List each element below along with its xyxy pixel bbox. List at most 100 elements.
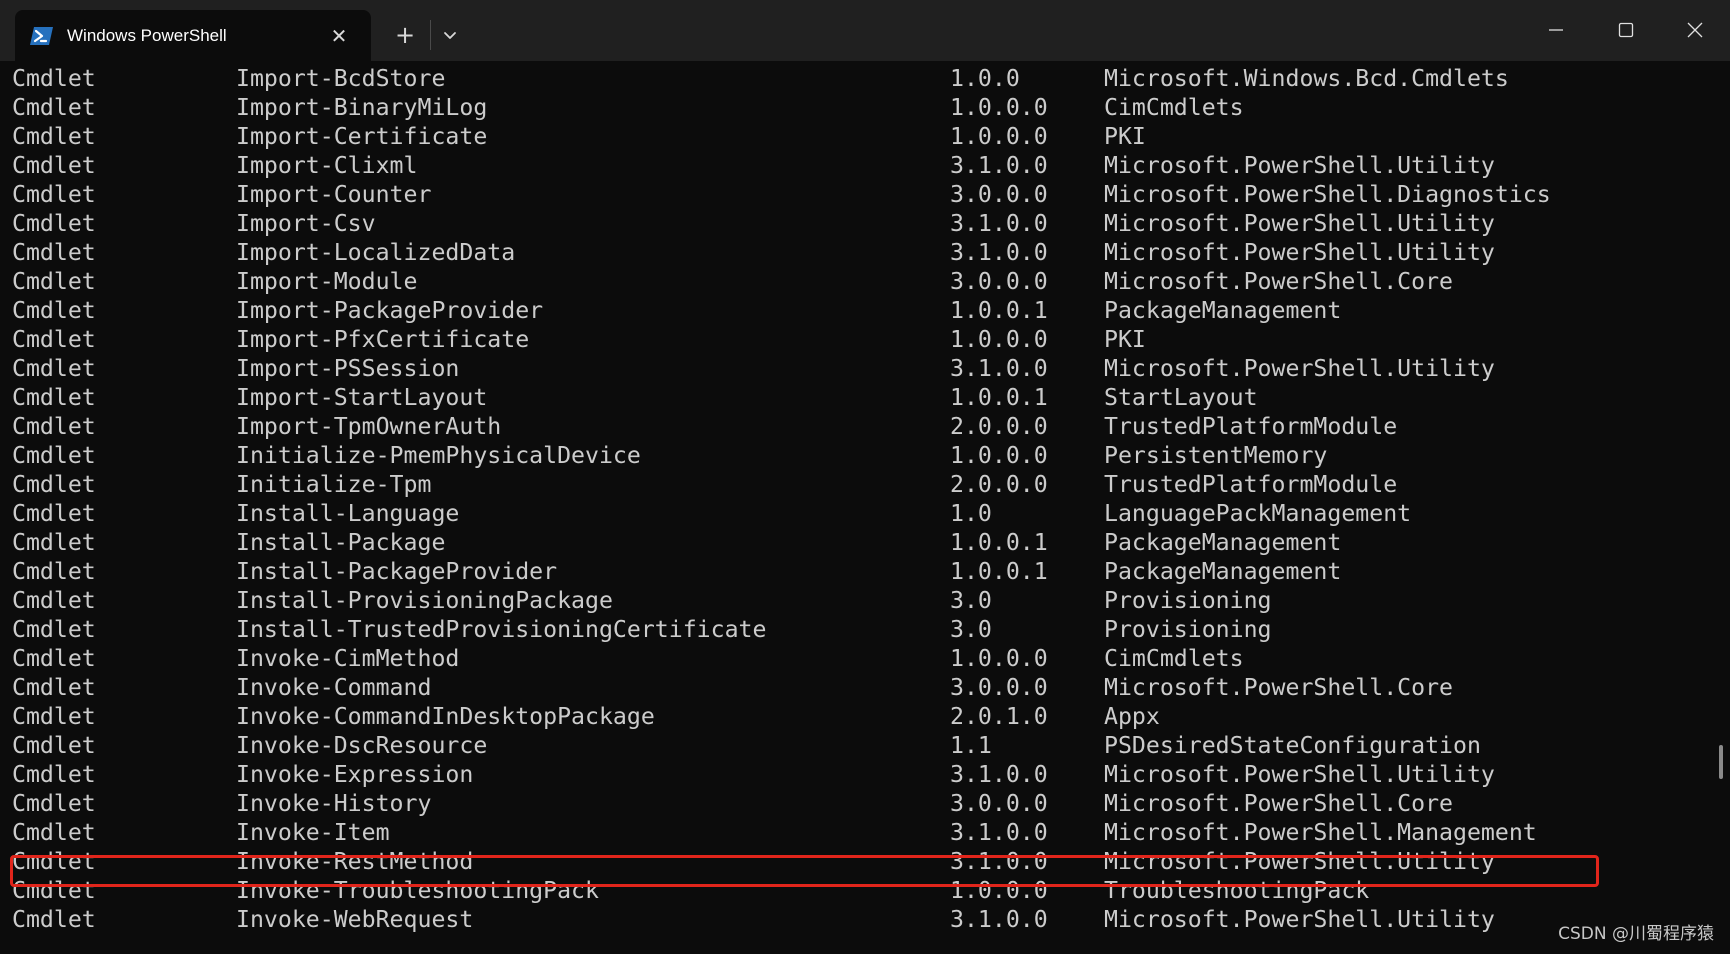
command-name: Import-PSSession <box>236 355 460 382</box>
maximize-icon <box>1618 22 1634 38</box>
command-name: Install-Package <box>236 529 446 556</box>
command-source: Microsoft.PowerShell.Diagnostics <box>1104 181 1551 208</box>
command-name: Import-LocalizedData <box>236 239 516 266</box>
command-name: Import-Certificate <box>236 123 488 150</box>
command-source: PKI <box>1104 123 1146 150</box>
command-version: 1.0.0.1 <box>950 529 1048 556</box>
command-source: Appx <box>1104 703 1160 730</box>
chevron-down-icon[interactable] <box>436 21 464 49</box>
command-type: Cmdlet <box>12 529 96 556</box>
minimize-icon <box>1549 29 1563 31</box>
command-name: Import-BinaryMiLog <box>236 94 488 121</box>
command-version: 3.1.0.0 <box>950 152 1048 179</box>
command-version: 3.1.0.0 <box>950 761 1048 788</box>
tab-divider <box>430 20 431 50</box>
table-row: Cmdlet Import-BcdStore 1.0.0 Microsoft.Wind… <box>0 64 1700 93</box>
command-name: Install-ProvisioningPackage <box>236 587 613 614</box>
command-name: Invoke-DscResource <box>236 732 488 759</box>
command-type: Cmdlet <box>12 181 96 208</box>
watermark: CSDN @川蜀程序猿 <box>1558 924 1714 944</box>
table-row: Cmdlet Import-PfxCertificate 1.0.0.0 PKI <box>0 325 1700 354</box>
command-source: Microsoft.PowerShell.Core <box>1104 790 1454 817</box>
command-name: Import-TpmOwnerAuth <box>236 413 502 440</box>
table-row: Cmdlet Invoke-WebRequest 3.1.0.0 Microsoft.… <box>0 905 1700 934</box>
table-row: Cmdlet Invoke-History 3.0.0.0 Microsoft.Pow… <box>0 789 1700 818</box>
command-name: Invoke-Item <box>236 819 390 846</box>
command-version: 3.0.0.0 <box>950 268 1048 295</box>
table-row: Cmdlet Invoke-DscResource 1.1 PSDesiredStat… <box>0 731 1700 760</box>
command-name: Initialize-Tpm <box>236 471 432 498</box>
table-row: Cmdlet Import-Counter 3.0.0.0 Microsoft.Pow… <box>0 180 1700 209</box>
table-row: Cmdlet Install-Package 1.0.0.1 PackageManag… <box>0 528 1700 557</box>
command-source: CimCmdlets <box>1104 94 1244 121</box>
command-type: Cmdlet <box>12 152 96 179</box>
command-type: Cmdlet <box>12 94 96 121</box>
command-version: 1.0.0.0 <box>950 94 1048 121</box>
command-source: Microsoft.Windows.Bcd.Cmdlets <box>1104 65 1509 92</box>
command-source: PersistentMemory <box>1104 442 1328 469</box>
tab-title: Windows PowerShell <box>67 26 227 45</box>
table-row: Cmdlet Invoke-Expression 3.1.0.0 Microsoft.… <box>0 760 1700 789</box>
table-row: Cmdlet Install-TrustedProvisioningCertifi… <box>0 615 1700 644</box>
command-name: Import-PackageProvider <box>236 297 544 324</box>
command-type: Cmdlet <box>12 819 96 846</box>
command-version: 3.0 <box>950 616 992 643</box>
command-source: Microsoft.PowerShell.Core <box>1104 674 1454 701</box>
table-row: Cmdlet Import-PSSession 3.1.0.0 Microsoft.P… <box>0 354 1700 383</box>
command-type: Cmdlet <box>12 645 96 672</box>
highlight-box <box>10 855 1599 887</box>
command-type: Cmdlet <box>12 355 96 382</box>
table-row: Cmdlet Install-PackageProvider 1.0.0.1 Pack… <box>0 557 1700 586</box>
command-version: 1.0.0 <box>950 65 1020 92</box>
command-name: Install-TrustedProvisioningCertificate <box>236 616 767 643</box>
command-version: 1.0.0.0 <box>950 442 1048 469</box>
command-name: Import-Csv <box>236 210 376 237</box>
command-version: 1.0 <box>950 500 992 527</box>
command-type: Cmdlet <box>12 761 96 788</box>
command-type: Cmdlet <box>12 239 96 266</box>
command-name: Import-BcdStore <box>236 65 446 92</box>
table-row: Cmdlet Invoke-Command 3.0.0.0 Microsoft.Pow… <box>0 673 1700 702</box>
command-version: 1.0.0.1 <box>950 297 1048 324</box>
command-source: PackageManagement <box>1104 558 1342 585</box>
command-name: Install-PackageProvider <box>236 558 558 585</box>
command-version: 3.0.0.0 <box>950 790 1048 817</box>
command-source: LanguagePackManagement <box>1104 500 1412 527</box>
table-row: Cmdlet Import-Clixml 3.1.0.0 Microsoft.Powe… <box>0 151 1700 180</box>
minimize-button[interactable] <box>1521 0 1591 61</box>
command-source: Microsoft.PowerShell.Utility <box>1104 355 1495 382</box>
title-bar[interactable]: Windows PowerShell ✕ + <box>0 0 1730 61</box>
plus-icon[interactable]: + <box>391 21 419 49</box>
table-row: Cmdlet Import-Certificate 1.0.0.0 PKI <box>0 122 1700 151</box>
command-name: Import-PfxCertificate <box>236 326 530 353</box>
command-type: Cmdlet <box>12 326 96 353</box>
command-source: CimCmdlets <box>1104 645 1244 672</box>
close-icon <box>1687 22 1703 38</box>
command-version: 2.0.0.0 <box>950 413 1048 440</box>
terminal-window: Windows PowerShell ✕ + Cmdlet Import-BcdS… <box>0 0 1730 954</box>
table-row: Cmdlet Import-LocalizedData 3.1.0.0 Microso… <box>0 238 1700 267</box>
scrollbar-thumb[interactable] <box>1719 745 1723 779</box>
table-row: Cmdlet Install-ProvisioningPackage 3.0 Prov… <box>0 586 1700 615</box>
table-row: Cmdlet Import-Csv 3.1.0.0 Microsoft.PowerSh… <box>0 209 1700 238</box>
tab-windows-powershell[interactable]: Windows PowerShell ✕ <box>15 10 371 61</box>
table-row: Cmdlet Import-Module 3.0.0.0 Microsoft.Powe… <box>0 267 1700 296</box>
close-icon[interactable]: ✕ <box>327 24 351 48</box>
command-source: PackageManagement <box>1104 529 1342 556</box>
command-type: Cmdlet <box>12 587 96 614</box>
terminal-output[interactable]: Cmdlet Import-BcdStore 1.0.0 Microsoft.Wind… <box>0 61 1730 954</box>
table-row: Cmdlet Initialize-PmemPhysicalDevice 1.0.0… <box>0 441 1700 470</box>
command-name: Import-Module <box>236 268 418 295</box>
table-row: Cmdlet Import-StartLayout 1.0.0.1 StartLayo… <box>0 383 1700 412</box>
maximize-button[interactable] <box>1591 0 1661 61</box>
command-source: Microsoft.PowerShell.Management <box>1104 819 1537 846</box>
table-row: Cmdlet Import-TpmOwnerAuth 2.0.0.0 TrustedP… <box>0 412 1700 441</box>
command-type: Cmdlet <box>12 500 96 527</box>
command-name: Initialize-PmemPhysicalDevice <box>236 442 641 469</box>
close-window-button[interactable] <box>1660 0 1730 61</box>
command-name: Invoke-History <box>236 790 432 817</box>
command-source: Microsoft.PowerShell.Utility <box>1104 210 1495 237</box>
table-row: Cmdlet Import-PackageProvider 1.0.0.1 Packa… <box>0 296 1700 325</box>
command-version: 3.0.0.0 <box>950 181 1048 208</box>
command-type: Cmdlet <box>12 616 96 643</box>
